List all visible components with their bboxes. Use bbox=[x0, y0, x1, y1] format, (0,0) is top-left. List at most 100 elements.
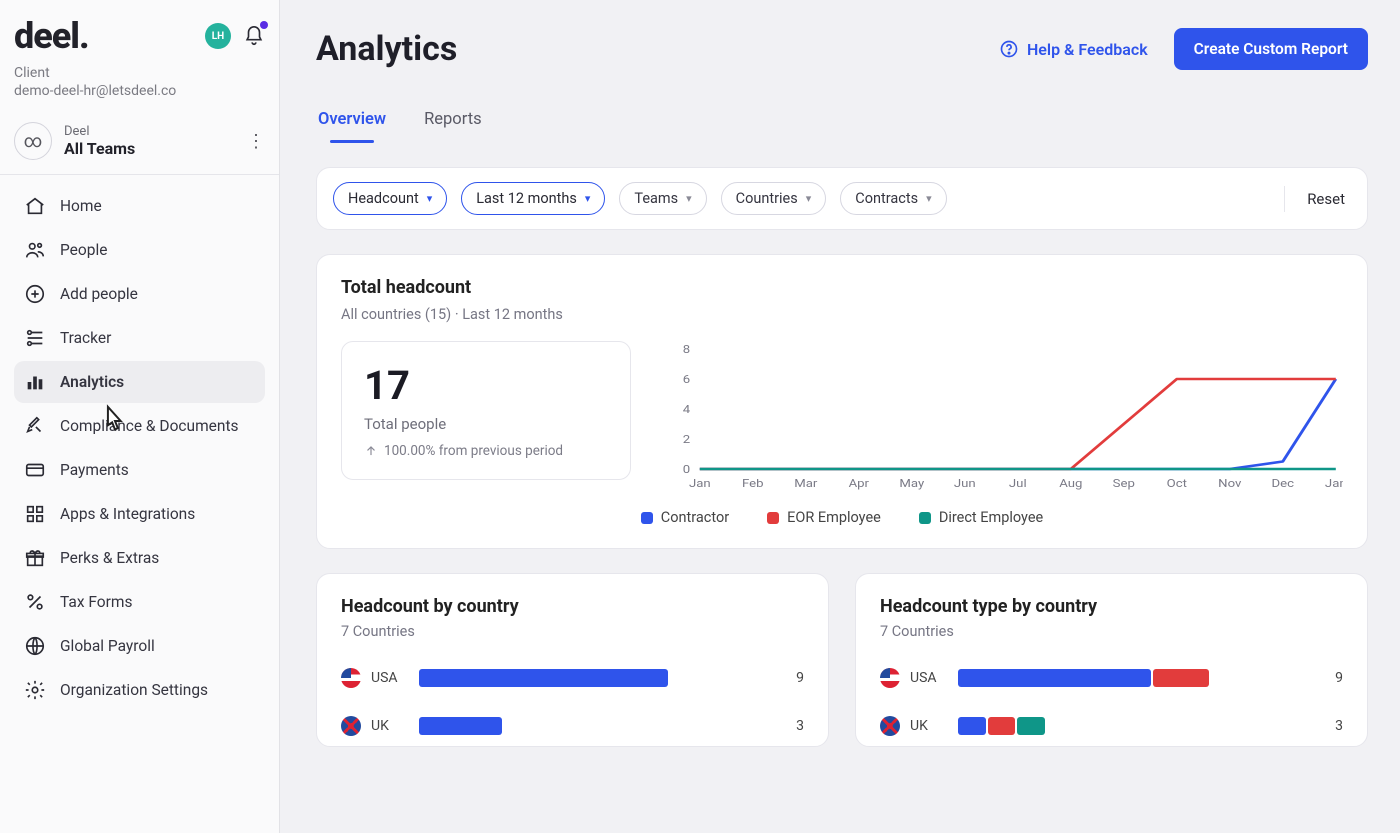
legend-swatch bbox=[641, 512, 653, 524]
svg-text:8: 8 bbox=[683, 343, 691, 356]
svg-text:Jul: Jul bbox=[1009, 477, 1027, 490]
sidebar-item-tax-forms[interactable]: Tax Forms bbox=[14, 581, 265, 623]
page-title: Analytics bbox=[316, 29, 457, 69]
nav-label: Compliance & Documents bbox=[60, 417, 239, 435]
flag-icon bbox=[341, 716, 361, 736]
analytics-icon bbox=[24, 371, 46, 393]
bar-value: 9 bbox=[796, 670, 804, 686]
tab-overview[interactable]: Overview bbox=[316, 104, 388, 143]
notifications-button[interactable] bbox=[243, 25, 265, 47]
nav-label: Tax Forms bbox=[60, 593, 132, 611]
sidebar-item-analytics[interactable]: Analytics bbox=[14, 361, 265, 403]
country-row: USA9 bbox=[341, 668, 804, 688]
bar-fill bbox=[419, 669, 668, 687]
sidebar-item-add-people[interactable]: Add people bbox=[14, 273, 265, 315]
filter-chip-contracts[interactable]: Contracts▾ bbox=[840, 182, 946, 215]
chevron-down-icon: ▾ bbox=[427, 192, 433, 205]
filter-bar: Headcount▾ Last 12 months▾ Teams▾ Countries… bbox=[316, 167, 1368, 230]
reset-button[interactable]: Reset bbox=[1284, 186, 1351, 212]
bar-value: 3 bbox=[796, 718, 804, 734]
people-icon bbox=[24, 239, 46, 261]
sidebar-item-payments[interactable]: Payments bbox=[14, 449, 265, 491]
main-content: Analytics Help & Feedback Create Custom … bbox=[280, 0, 1400, 833]
svg-text:Aug: Aug bbox=[1059, 477, 1082, 490]
country-row: USA9 bbox=[880, 668, 1343, 688]
sidebar-item-compliance-documents[interactable]: Compliance & Documents bbox=[14, 405, 265, 447]
chevron-down-icon: ▾ bbox=[686, 192, 692, 205]
payments-icon bbox=[24, 459, 46, 481]
sidebar-item-tracker[interactable]: Tracker bbox=[14, 317, 265, 359]
sidebar-item-organization-settings[interactable]: Organization Settings bbox=[14, 669, 265, 711]
help-label: Help & Feedback bbox=[1027, 40, 1148, 59]
compliance-icon bbox=[24, 415, 46, 437]
filter-chip-teams[interactable]: Teams▾ bbox=[619, 182, 706, 215]
legend-swatch bbox=[919, 512, 931, 524]
team-selector[interactable]: ∞ Deel All Teams ⋮ bbox=[14, 122, 265, 160]
create-custom-report-button[interactable]: Create Custom Report bbox=[1174, 28, 1368, 70]
org-name: Deel bbox=[64, 124, 135, 139]
client-meta: Client demo-deel-hr@letsdeel.co bbox=[14, 64, 265, 100]
sidebar-item-apps-integrations[interactable]: Apps & Integrations bbox=[14, 493, 265, 535]
chevron-down-icon: ▾ bbox=[585, 192, 591, 205]
filter-chips: Headcount▾ Last 12 months▾ Teams▾ Countries… bbox=[333, 182, 947, 215]
user-avatar[interactable]: LH bbox=[205, 23, 231, 49]
kebab-icon[interactable]: ⋮ bbox=[247, 131, 265, 152]
card-title: Headcount by country bbox=[341, 596, 804, 617]
bar-value: 3 bbox=[1335, 718, 1343, 734]
stat-delta: 100.00% from previous period bbox=[364, 443, 608, 459]
nav-label: Add people bbox=[60, 285, 138, 303]
apps-icon bbox=[24, 503, 46, 525]
svg-text:Sep: Sep bbox=[1113, 477, 1135, 490]
filter-chip-countries[interactable]: Countries▾ bbox=[721, 182, 827, 215]
nav-label: People bbox=[60, 241, 107, 259]
card-title: Total headcount bbox=[341, 277, 1343, 298]
help-feedback-link[interactable]: Help & Feedback bbox=[999, 39, 1148, 59]
sidebar-item-perks-extras[interactable]: Perks & Extras bbox=[14, 537, 265, 579]
stat-value: 17 bbox=[364, 362, 608, 409]
country-row: UK 3 bbox=[880, 716, 1343, 736]
sidebar-header: deel. LH bbox=[14, 18, 265, 54]
svg-text:Apr: Apr bbox=[849, 477, 869, 490]
svg-text:Jan: Jan bbox=[689, 477, 711, 490]
svg-text:0: 0 bbox=[683, 463, 691, 476]
perks-icon bbox=[24, 547, 46, 569]
country-row: UK3 bbox=[341, 716, 804, 736]
stat-box: 17 Total people 100.00% from previous pe… bbox=[341, 341, 631, 480]
help-icon bbox=[999, 39, 1019, 59]
sidebar-item-global-payroll[interactable]: Global Payroll bbox=[14, 625, 265, 667]
tracker-icon bbox=[24, 327, 46, 349]
svg-text:Jun: Jun bbox=[954, 477, 976, 490]
bar-segment bbox=[988, 717, 1016, 735]
nav-label: Perks & Extras bbox=[60, 549, 159, 567]
nav-label: Apps & Integrations bbox=[60, 505, 195, 523]
filter-chip-last-months[interactable]: Last 12 months▾ bbox=[461, 182, 605, 215]
legend-item: EOR Employee bbox=[767, 509, 881, 526]
global-icon bbox=[24, 635, 46, 657]
filter-chip-headcount[interactable]: Headcount▾ bbox=[333, 182, 447, 215]
infinity-icon: ∞ bbox=[14, 122, 52, 160]
bar-value: 9 bbox=[1335, 670, 1343, 686]
bar-segment bbox=[958, 717, 986, 735]
team-scope: All Teams bbox=[64, 139, 135, 158]
svg-text:Feb: Feb bbox=[742, 477, 764, 490]
sidebar-item-people[interactable]: People bbox=[14, 229, 265, 271]
country-label: UK bbox=[910, 718, 928, 734]
headcount-by-country-card: Headcount by country 7 Countries USA9UK3 bbox=[316, 573, 829, 747]
card-subtitle: 7 Countries bbox=[880, 623, 1343, 640]
notification-dot bbox=[260, 21, 268, 29]
total-headcount-card: Total headcount All countries (15) · Las… bbox=[316, 254, 1368, 549]
brand-logo: deel. bbox=[14, 18, 89, 54]
sidebar-divider bbox=[0, 174, 279, 175]
svg-text:4: 4 bbox=[683, 403, 691, 416]
sidebar: deel. LH Client demo-deel-hr@letsdeel.co… bbox=[0, 0, 280, 833]
svg-text:Nov: Nov bbox=[1218, 477, 1241, 490]
tabs: Overview Reports bbox=[316, 104, 1368, 143]
tab-reports[interactable]: Reports bbox=[422, 104, 484, 143]
bar-list: USA9 UK3 bbox=[341, 668, 804, 736]
bar-segment bbox=[958, 669, 1151, 687]
sidebar-item-home[interactable]: Home bbox=[14, 185, 265, 227]
nav-label: Analytics bbox=[60, 373, 124, 391]
nav-label: Tracker bbox=[60, 329, 111, 347]
legend-swatch bbox=[767, 512, 779, 524]
tax-icon bbox=[24, 591, 46, 613]
